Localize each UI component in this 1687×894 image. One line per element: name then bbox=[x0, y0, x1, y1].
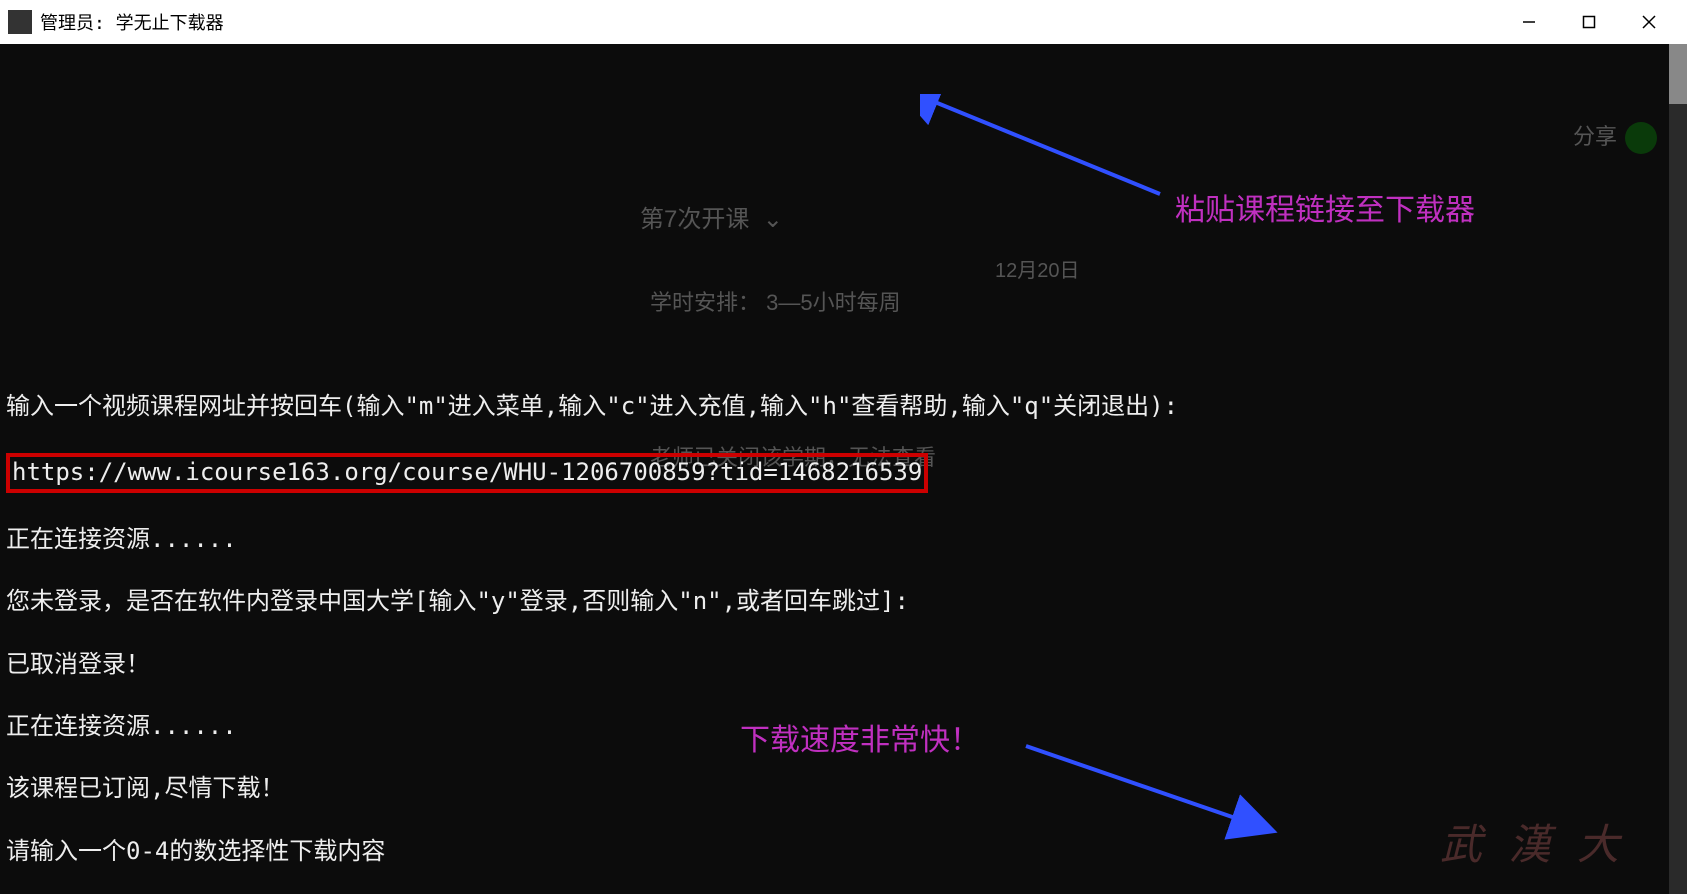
bg-dropdown: 第7次开课 ⌄ bbox=[640, 204, 783, 235]
chevron-down-icon: ⌄ bbox=[763, 206, 783, 233]
login-cancel: 已取消登录！ bbox=[6, 649, 1681, 680]
annotation-paste-link: 粘贴课程链接至下载器 bbox=[1175, 185, 1475, 229]
maximize-button[interactable] bbox=[1559, 3, 1619, 41]
bg-date: 12月20日 bbox=[995, 258, 1080, 284]
minimize-button[interactable] bbox=[1499, 3, 1559, 41]
scrollbar-thumb[interactable] bbox=[1669, 44, 1687, 104]
arrow-icon bbox=[1020, 740, 1280, 840]
url-input-highlight: https://www.icourse163.org/course/WHU-12… bbox=[6, 453, 928, 492]
window-title: 管理员: 学无止下载器 bbox=[40, 9, 224, 35]
close-button[interactable] bbox=[1619, 3, 1679, 41]
prompt-line: 输入一个视频课程网址并按回车(输入"m"进入菜单,输入"c"进入充值,输入"h"… bbox=[6, 391, 1681, 422]
bg-schedule: 学时安排： 3—5小时每周 bbox=[650, 289, 901, 318]
window-controls bbox=[1499, 3, 1679, 41]
arrow-icon bbox=[920, 94, 1170, 204]
status-line: 正在连接资源...... bbox=[6, 524, 1681, 555]
wechat-icon bbox=[1625, 122, 1657, 154]
login-prompt: 您未登录，是否在软件内登录中国大学[输入"y"登录,否则输入"n",或者回车跳过… bbox=[6, 586, 1681, 617]
bg-share: 分享 bbox=[1573, 122, 1657, 154]
title-bar: 管理员: 学无止下载器 bbox=[0, 0, 1687, 44]
subscribed: 该课程已订阅,尽情下载！ bbox=[6, 773, 1681, 804]
console-output[interactable]: 分享 第7次开课 ⌄ 12月20日 学时安排： 3—5小时每周 老师已关闭该学期… bbox=[0, 44, 1687, 894]
quality-prompt: 请输入一个0-4的数选择性下载内容 bbox=[6, 836, 1681, 867]
app-icon bbox=[8, 10, 32, 34]
annotation-fast-speed: 下载速度非常快！ bbox=[740, 715, 980, 759]
